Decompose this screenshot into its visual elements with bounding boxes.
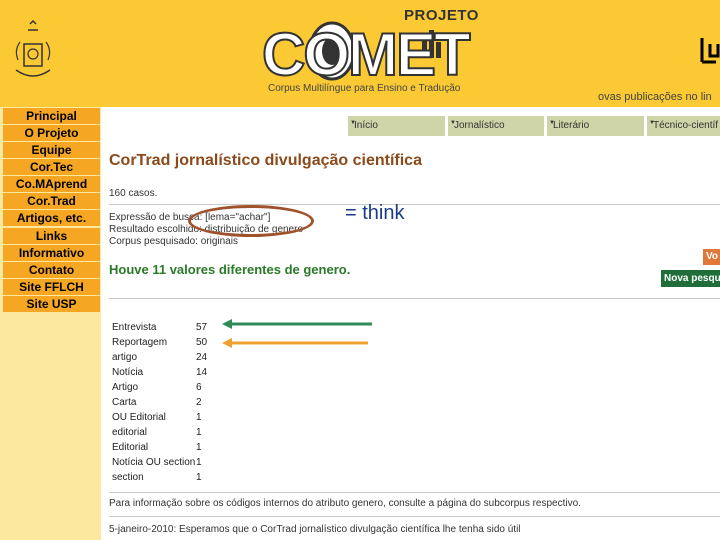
nav-item-informativo[interactable]: Informativo <box>3 245 100 261</box>
genre-count: 1 <box>196 427 202 438</box>
genre-label: section <box>112 472 144 483</box>
genre-count: 6 <box>196 382 202 393</box>
site-header: COMET PROJETO Corpus Multilíngue para En… <box>0 0 720 107</box>
footer-date: 5-janeiro-2010: Esperamos que o CorTrad … <box>109 524 521 535</box>
genre-count: 50 <box>196 337 208 348</box>
divider <box>109 298 720 299</box>
searched-corpus: Corpus pesquisado: originais <box>109 236 238 247</box>
genre-count: 1 <box>196 457 202 468</box>
orange-arrow <box>222 338 368 348</box>
genre-label: OU Editorial <box>112 412 166 423</box>
footer-info: Para informação sobre os códigos interno… <box>109 498 581 509</box>
genre-label: Notícia OU section <box>112 457 196 468</box>
new-search-button[interactable]: Nova pesqu <box>661 270 720 287</box>
comet-logo-text: COMET <box>261 20 472 89</box>
genre-count: 1 <box>196 442 202 453</box>
page-title: CorTrad jornalístico divulgação científi… <box>109 152 422 169</box>
news-ticker[interactable]: ovas publicações no lin <box>598 91 712 103</box>
genre-label: Entrevista <box>112 322 157 333</box>
genre-count: 1 <box>196 472 202 483</box>
university-crest-icon <box>15 20 51 77</box>
back-button[interactable]: Vo <box>703 249 720 265</box>
green-arrow <box>222 319 372 329</box>
genre-label: Reportagem <box>112 337 168 348</box>
genre-label: editorial <box>112 427 148 438</box>
nav-item-comaprend[interactable]: Co.MAprend <box>3 176 100 192</box>
nav-item-cortec[interactable]: Cor.Tec <box>3 159 100 175</box>
summary-heading: Houve 11 valores diferentes de genero. <box>109 262 351 277</box>
nav-item-links[interactable]: Links <box>3 228 100 244</box>
main-content <box>101 107 720 540</box>
divider <box>109 492 720 493</box>
genre-count: 14 <box>196 367 208 378</box>
tab-inicio[interactable]: ▼ Início <box>348 116 445 136</box>
tab-tecnico-cientifico[interactable]: ▼ Técnico-científ <box>647 116 720 136</box>
nav-item-site-fflch[interactable]: Site FFLCH <box>3 279 100 295</box>
genre-label: Notícia <box>112 367 144 378</box>
genre-count: 24 <box>196 352 208 363</box>
tab-literario[interactable]: ▼ Literário <box>547 116 644 136</box>
genre-label: Carta <box>112 397 137 408</box>
genre-label: artigo <box>112 352 138 363</box>
projeto-label: PROJETO <box>404 7 479 24</box>
query-highlight-oval <box>188 205 314 237</box>
genre-label: Editorial <box>112 442 149 453</box>
cases-count: 160 casos. <box>109 188 158 199</box>
genre-label: Artigo <box>112 382 139 393</box>
divider <box>109 516 720 517</box>
nav-item-equipe[interactable]: Equipe <box>3 142 100 158</box>
divider <box>109 204 720 205</box>
nav-item-artigos[interactable]: Artigos, etc. <box>3 210 100 226</box>
tab-arrow-icon: ▼ <box>450 120 456 126</box>
genre-count: 2 <box>196 397 202 408</box>
nav-item-contato[interactable]: Contato <box>3 262 100 278</box>
nav-item-cortrad[interactable]: Cor.Trad <box>3 193 100 209</box>
translation-annotation: = think <box>345 202 405 224</box>
tab-arrow-icon: ▼ <box>649 120 655 126</box>
tagline: Corpus Multilíngue para Ensino e Traduçã… <box>268 83 461 94</box>
nav-item-o-projeto[interactable]: O Projeto <box>3 125 100 141</box>
nav-item-principal[interactable]: Principal <box>3 108 100 124</box>
tab-arrow-icon: ▼ <box>549 120 555 126</box>
usp-logo-fragment-icon <box>700 38 720 64</box>
genre-count: 57 <box>196 322 208 333</box>
tab-arrow-icon: ▼ <box>350 120 356 126</box>
nav-item-site-usp[interactable]: Site USP <box>3 296 100 312</box>
genre-count: 1 <box>196 412 202 423</box>
tab-jornalistico[interactable]: ▼ Jornalístico <box>448 116 544 136</box>
